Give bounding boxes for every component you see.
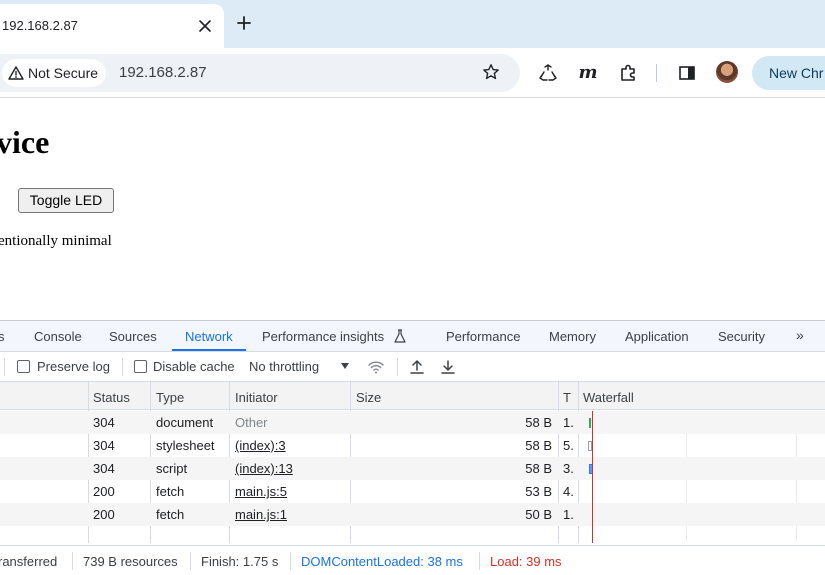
row-initiator-link[interactable]: main.js:1: [235, 507, 287, 522]
row-size: 50 B: [525, 507, 552, 522]
row-size: 58 B: [525, 438, 552, 453]
row-type: fetch: [156, 484, 185, 499]
summary-divider: [72, 552, 73, 570]
row-type: script: [156, 461, 188, 476]
address-bar[interactable]: Not Secure 192.168.2.87: [0, 54, 520, 92]
url-text[interactable]: 192.168.2.87: [119, 64, 207, 81]
tab-security[interactable]: Security: [718, 329, 765, 344]
browser-toolbar: Not Secure 192.168.2.87 m: [0, 48, 825, 98]
summary-divider: [479, 552, 480, 570]
download-icon[interactable]: [439, 358, 457, 376]
column-waterfall[interactable]: Waterfall: [583, 390, 634, 405]
column-status[interactable]: Status: [93, 390, 130, 405]
tab-sources[interactable]: Sources: [109, 329, 157, 344]
row-status: 200: [93, 484, 115, 499]
column-type[interactable]: Type: [156, 390, 184, 405]
row-initiator-link[interactable]: (index):3: [235, 438, 286, 453]
tab-application[interactable]: Application: [625, 329, 689, 344]
row-size: 58 B: [525, 415, 552, 430]
finish-summary: Finish: 1.75 s: [201, 554, 279, 569]
avatar[interactable]: [716, 61, 738, 83]
tab-network[interactable]: Network: [185, 329, 233, 344]
row-status: 200: [93, 507, 115, 522]
tab-console[interactable]: Console: [34, 329, 82, 344]
new-chrome-label: New Chr: [769, 65, 824, 81]
table-row[interactable]: 200 fetch main.js:5 53 B 4.: [0, 480, 825, 503]
row-status: 304: [93, 415, 115, 430]
tab-title: 192.168.2.87: [2, 18, 78, 33]
preserve-log-checkbox[interactable]: [17, 360, 30, 373]
browser-tab[interactable]: 192.168.2.87: [0, 4, 224, 48]
column-time[interactable]: T: [563, 390, 571, 405]
preserve-log-label: Preserve log: [37, 359, 110, 374]
disable-cache-checkbox[interactable]: [134, 360, 147, 373]
side-panel-icon[interactable]: [676, 62, 698, 84]
column-size[interactable]: Size: [356, 390, 381, 405]
row-time: 1.: [563, 507, 574, 522]
page-paragraph: entionally minimal: [0, 233, 112, 249]
upload-icon[interactable]: [408, 358, 426, 376]
domcontentloaded-summary: DOMContentLoaded: 38 ms: [301, 554, 463, 569]
row-initiator-link[interactable]: (index):13: [235, 461, 293, 476]
row-time: 5.: [563, 438, 574, 453]
close-icon[interactable]: [198, 19, 212, 33]
network-summary-bar: ransferred 739 B resources Finish: 1.75 …: [0, 545, 825, 575]
row-type: document: [156, 415, 214, 430]
tab-elements[interactable]: s: [0, 329, 5, 344]
wifi-icon[interactable]: [367, 358, 385, 376]
toolbar-divider: [397, 358, 398, 376]
waterfall-bar: [589, 418, 591, 428]
devtools-panel: s Console Sources Network Performance in…: [0, 320, 825, 575]
page-title: vice: [0, 124, 50, 160]
chevron-down-icon[interactable]: [341, 363, 349, 369]
row-time: 4.: [563, 484, 574, 499]
table-row[interactable]: 304 stylesheet (index):3 58 B 5.: [0, 434, 825, 457]
row-status: 304: [93, 438, 115, 453]
tab-memory[interactable]: Memory: [549, 329, 596, 344]
beaker-icon: [394, 329, 406, 343]
row-time: 1.: [563, 415, 574, 430]
row-status: 304: [93, 461, 115, 476]
tab-performance[interactable]: Performance: [446, 329, 520, 344]
row-type: fetch: [156, 507, 185, 522]
row-size: 58 B: [525, 461, 552, 476]
row-size: 53 B: [525, 484, 552, 499]
summary-divider: [190, 552, 191, 570]
table-row[interactable]: 304 document Other 58 B 1.: [0, 411, 825, 434]
puzzle-icon[interactable]: [617, 62, 639, 84]
resources-summary: 739 B resources: [83, 554, 178, 569]
toolbar-divider: [656, 64, 657, 82]
summary-divider: [290, 552, 291, 570]
network-toolbar: Preserve log Disable cache No throttling: [0, 352, 825, 382]
plus-icon[interactable]: [236, 15, 252, 31]
star-icon[interactable]: [482, 63, 500, 81]
load-event-line: [592, 411, 593, 543]
column-initiator[interactable]: Initiator: [235, 390, 278, 405]
table-row[interactable]: 200 fetch main.js:1 50 B 1.: [0, 503, 825, 526]
toolbar-divider: [122, 358, 123, 376]
security-chip[interactable]: Not Secure: [2, 59, 107, 87]
tab-strip: 192.168.2.87: [0, 0, 825, 48]
security-chip-label: Not Secure: [28, 65, 99, 81]
row-time: 3.: [563, 461, 574, 476]
toolbar-divider: [4, 358, 5, 376]
row-type: stylesheet: [156, 438, 215, 453]
m-extension-icon[interactable]: m: [577, 62, 599, 84]
tab-performance-insights[interactable]: Performance insights: [262, 329, 384, 344]
more-tabs-chevron-icon[interactable]: »: [796, 327, 804, 343]
table-row[interactable]: 304 script (index):13 58 B 3.: [0, 457, 825, 480]
toggle-led-button[interactable]: Toggle LED: [18, 188, 114, 213]
throttling-select[interactable]: No throttling: [249, 359, 319, 374]
row-initiator-link[interactable]: main.js:5: [235, 484, 287, 499]
row-initiator: Other: [235, 415, 268, 430]
devtools-tab-bar: s Console Sources Network Performance in…: [0, 321, 825, 352]
new-chrome-button[interactable]: New Chr: [752, 56, 825, 90]
transferred-summary: ransferred: [0, 554, 58, 569]
warning-icon: [8, 66, 24, 80]
disable-cache-label: Disable cache: [153, 359, 235, 374]
network-table-header: Status Type Initiator Size T Waterfall: [0, 382, 825, 410]
recycle-icon[interactable]: [537, 62, 559, 84]
load-summary: Load: 39 ms: [490, 554, 562, 569]
active-tab-indicator: [172, 349, 246, 351]
